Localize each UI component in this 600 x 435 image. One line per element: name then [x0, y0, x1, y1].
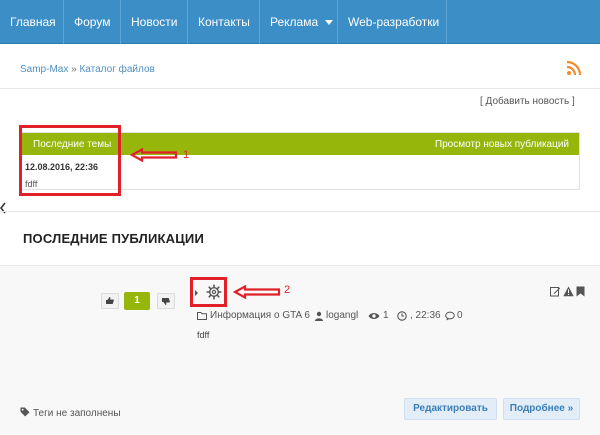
section-title: ПОСЛЕДНИЕ ПУБЛИКАЦИИ	[23, 231, 205, 246]
tags-line: Теги не заполнены	[20, 407, 121, 419]
edit-icon[interactable]	[550, 286, 561, 297]
annotation-arrow-2	[233, 285, 281, 299]
nav-item-label: Главная	[10, 15, 56, 29]
publication-time: , 22:36	[410, 310, 441, 321]
read-more-button[interactable]: Подробнее »	[503, 398, 580, 420]
breadcrumb: Samp-Max » Каталог файлов	[20, 64, 155, 75]
folder-icon	[197, 312, 207, 320]
eye-icon	[368, 313, 380, 319]
add-news-link[interactable]: [ Добавить новость ]	[480, 96, 575, 107]
divider	[0, 211, 600, 212]
nav-item-label: Web-разработки	[348, 15, 440, 29]
tag-icon	[20, 407, 30, 417]
edit-button[interactable]: Редактировать	[404, 398, 497, 420]
tags-text: Теги не заполнены	[33, 408, 121, 419]
nav-item-contacts[interactable]: Контакты	[188, 0, 260, 44]
rss-icon[interactable]	[566, 60, 582, 76]
warning-icon[interactable]	[563, 286, 574, 297]
annotation-number-2: 2	[284, 284, 291, 296]
rating-count: 1	[124, 292, 150, 310]
nav-item-label: Новости	[131, 15, 178, 29]
author-link[interactable]: logangl	[326, 310, 358, 321]
breadcrumb-separator: »	[71, 64, 77, 75]
nav-item-label: Реклама	[270, 15, 319, 29]
bookmark-icon[interactable]	[576, 286, 585, 297]
nav-item-web-dev[interactable]: Web-разработки	[338, 0, 447, 44]
annotation-box-2	[190, 277, 227, 307]
views-count: 1	[383, 310, 389, 321]
category-link[interactable]: Информация о GTA 6	[210, 310, 310, 321]
view-new-posts-link[interactable]: Просмотр новых публикаций	[435, 139, 569, 150]
nav-item-label: Форум	[74, 15, 111, 29]
top-navbar: Главная Форум Новости Контакты Реклама W…	[0, 0, 600, 44]
publication-text: fdff	[197, 330, 210, 340]
breadcrumb-home-link[interactable]: Samp-Max	[20, 64, 68, 75]
clock-icon	[397, 311, 407, 321]
annotation-number-1: 1	[183, 149, 190, 161]
nav-item-home[interactable]: Главная	[0, 0, 64, 44]
publication-actions	[550, 286, 586, 298]
nav-item-label: Контакты	[198, 15, 250, 29]
user-icon	[315, 311, 323, 321]
annotation-arrow-1	[130, 148, 178, 162]
nav-item-forum[interactable]: Форум	[64, 0, 121, 44]
divider	[0, 88, 600, 89]
thumbs-up-icon[interactable]	[101, 293, 119, 309]
breadcrumb-current-link[interactable]: Каталог файлов	[79, 64, 154, 75]
thumbs-down-icon[interactable]	[157, 293, 175, 309]
comments-count[interactable]: 0	[457, 310, 463, 321]
nav-item-ads-dropdown[interactable]: Реклама	[260, 0, 338, 44]
nav-item-news[interactable]: Новости	[121, 0, 188, 44]
comments-icon	[445, 311, 455, 321]
caret-down-icon	[325, 20, 334, 26]
annotation-box-1	[19, 125, 121, 196]
side-scroll-icon	[0, 202, 6, 214]
